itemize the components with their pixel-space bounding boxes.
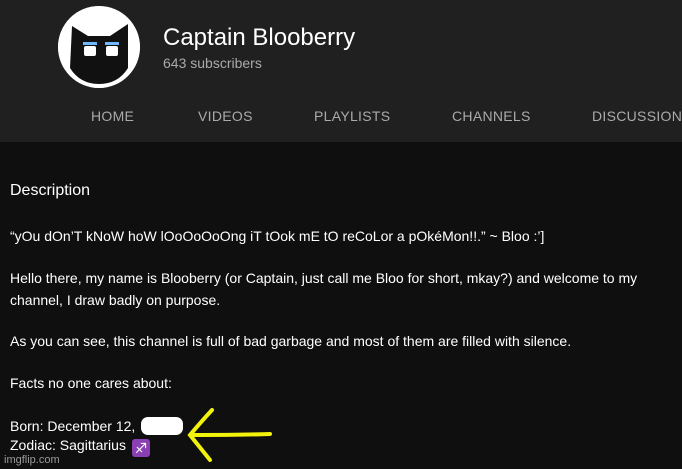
description-intro-line2: channel, I draw badly on purpose.: [10, 292, 221, 308]
description-heading: Description: [10, 182, 91, 199]
description-garbage: As you can see, this channel is full of …: [10, 333, 572, 349]
description-intro-line1: Hello there, my name is Blooberry (or Ca…: [10, 270, 638, 286]
sagittarius-icon: ♐: [131, 439, 150, 457]
facts-heading: Facts no one cares about:: [10, 375, 172, 391]
watermark: imgflip.com: [4, 454, 60, 466]
zodiac-text: Zodiac: Sagittarius: [10, 437, 126, 453]
tab-channels[interactable]: CHANNELS: [452, 108, 531, 124]
tab-home[interactable]: HOME: [91, 108, 134, 124]
born-text: Born: December 12,: [10, 418, 136, 434]
tab-playlists[interactable]: PLAYLISTS: [314, 108, 390, 124]
tab-discussion[interactable]: DISCUSSION: [592, 108, 682, 124]
subscriber-count: 643 subscribers: [163, 55, 262, 71]
arrow-icon: [187, 408, 272, 462]
channel-tabs: HOME VIDEOS PLAYLISTS CHANNELS DISCUSSIO…: [0, 100, 682, 132]
redaction-blob: [141, 417, 184, 435]
born-line: Born: December 12,: [10, 417, 184, 435]
tab-videos[interactable]: VIDEOS: [198, 108, 253, 124]
description-quote: “yOu dOn’T kNoW hoW lOoOoOoOng iT tOok m…: [10, 228, 545, 244]
channel-avatar[interactable]: [58, 6, 140, 88]
channel-name[interactable]: Captain Blooberry: [163, 24, 355, 52]
cat-face-icon: [58, 6, 140, 88]
channel-header: Captain Blooberry 643 subscribers HOME V…: [0, 0, 682, 142]
